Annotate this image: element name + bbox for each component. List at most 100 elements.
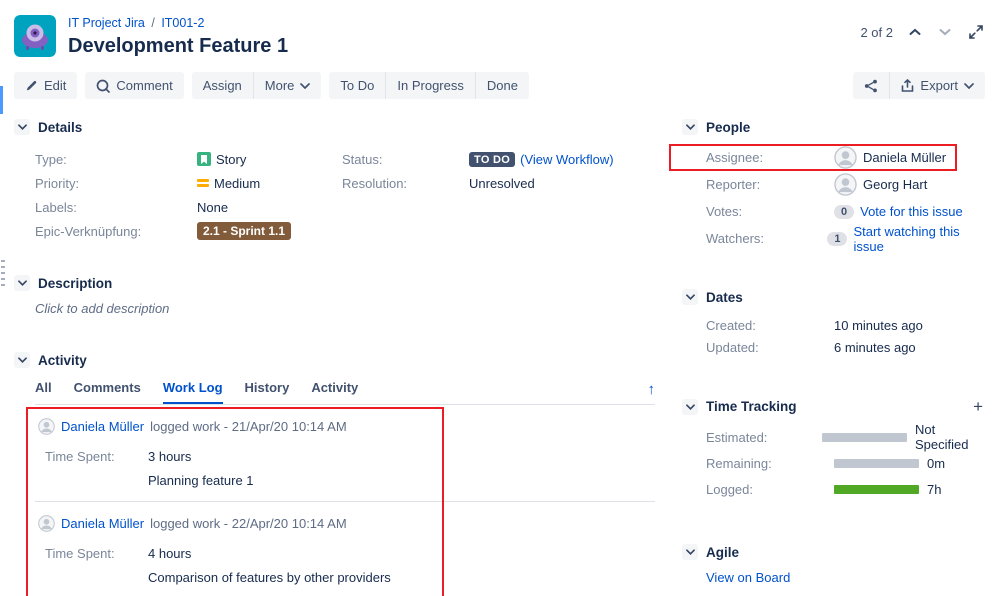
logged-value: 7h — [927, 482, 941, 497]
remaining-row: Remaining: 0m — [682, 450, 985, 476]
section-chevron-icon[interactable] — [14, 119, 30, 135]
logged-label: Logged: — [682, 482, 834, 497]
activity-section: Activity All Comments Work Log History A… — [14, 352, 655, 596]
issue-toolbar: Edit Comment Assign More To Do In Progre… — [0, 58, 1005, 99]
drag-handle[interactable] — [1, 260, 5, 290]
time-tracking-section: Time Tracking + Estimated: Not Specified… — [682, 398, 985, 502]
done-transition-button[interactable]: Done — [475, 72, 529, 99]
people-section: People Assignee: Daniela Müller Reporter… — [682, 119, 985, 252]
fullscreen-button[interactable] — [967, 23, 985, 41]
breadcrumb-issue-link[interactable]: IT001-2 — [161, 16, 204, 30]
updated-row: Updated: 6 minutes ago — [682, 336, 985, 358]
agile-section: Agile View on Board — [682, 544, 985, 585]
issue-pager: 2 of 2 — [860, 15, 985, 41]
section-chevron-icon[interactable] — [14, 275, 30, 291]
expand-icon — [969, 25, 983, 39]
chevron-down-icon — [300, 83, 310, 89]
scrollbar-thumb[interactable] — [0, 86, 3, 114]
issue-header: IT Project Jira / IT001-2 Development Fe… — [0, 0, 1005, 58]
worklog-list: Daniela Müller logged work - 21/Apr/20 1… — [35, 405, 655, 596]
assignee-value[interactable]: Daniela Müller — [863, 150, 946, 165]
comment-button[interactable]: Comment — [85, 72, 183, 99]
todo-transition-button[interactable]: To Do — [329, 72, 385, 99]
estimated-value: Not Specified — [915, 422, 985, 452]
breadcrumb-project-link[interactable]: IT Project Jira — [68, 16, 145, 30]
export-chevron-icon — [964, 83, 974, 89]
time-spent-value: 3 hours — [148, 449, 191, 464]
view-workflow-link[interactable]: (View Workflow) — [520, 152, 613, 167]
assign-button[interactable]: Assign — [192, 72, 253, 99]
logged-progress-bar — [834, 485, 919, 494]
project-avatar-icon[interactable] — [14, 15, 56, 57]
worklog-meta: logged work - 22/Apr/20 10:14 AM — [150, 516, 347, 531]
assignee-row: Assignee: Daniela Müller — [682, 144, 985, 171]
created-row: Created: 10 minutes ago — [682, 314, 985, 336]
estimated-progress-bar — [822, 433, 907, 442]
assign-button-group: Assign More — [192, 72, 322, 99]
more-button[interactable]: More — [253, 72, 322, 99]
in-progress-button-label: In Progress — [397, 78, 463, 93]
tab-activity[interactable]: Activity — [311, 380, 358, 404]
edit-button-label: Edit — [44, 78, 66, 93]
reporter-label: Reporter: — [682, 177, 834, 192]
people-section-header: People — [682, 119, 985, 135]
time-tracking-section-title: Time Tracking — [706, 399, 797, 414]
status-lozenge: TO DO — [469, 152, 515, 167]
people-rows: Assignee: Daniela Müller Reporter: Georg… — [682, 144, 985, 252]
estimated-label: Estimated: — [682, 430, 822, 445]
add-time-tracking-button[interactable]: + — [973, 398, 985, 415]
chevron-down-icon — [939, 28, 951, 36]
created-value: 10 minutes ago — [834, 318, 923, 333]
section-chevron-icon[interactable] — [682, 119, 698, 135]
type-value-text: Story — [216, 152, 246, 167]
description-placeholder[interactable]: Click to add description — [35, 301, 655, 316]
description-section-header: Description — [14, 275, 655, 291]
tab-comments[interactable]: Comments — [74, 380, 141, 404]
epic-link-field: Epic-Verknüpfung: 2.1 - Sprint 1.1 — [14, 219, 334, 243]
section-chevron-icon[interactable] — [682, 289, 698, 305]
share-button[interactable] — [853, 72, 889, 99]
worklog-comment: Comparison of features by other provider… — [148, 570, 655, 585]
type-label: Type: — [14, 152, 197, 167]
section-chevron-icon[interactable] — [14, 352, 30, 368]
epic-link-lozenge[interactable]: 2.1 - Sprint 1.1 — [197, 222, 291, 240]
reporter-value[interactable]: Georg Hart — [863, 177, 927, 192]
scroll-to-top-icon[interactable]: ↑ — [648, 381, 656, 404]
watchers-label: Watchers: — [682, 231, 827, 246]
time-tracking-section-header: Time Tracking + — [682, 398, 985, 415]
votes-label: Votes: — [682, 204, 834, 219]
time-spent-label: Time Spent: — [45, 546, 148, 561]
estimated-row: Estimated: Not Specified — [682, 424, 985, 450]
section-chevron-icon[interactable] — [682, 544, 698, 560]
watch-link[interactable]: Start watching this issue — [853, 224, 985, 254]
remaining-label: Remaining: — [682, 456, 834, 471]
view-on-board-link[interactable]: View on Board — [706, 570, 790, 585]
next-issue-button[interactable] — [937, 26, 953, 38]
right-column: People Assignee: Daniela Müller Reporter… — [682, 99, 985, 596]
previous-issue-button[interactable] — [907, 26, 923, 38]
export-button-label: Export — [920, 78, 958, 93]
header-text: IT Project Jira / IT001-2 Development Fe… — [68, 15, 860, 58]
tab-history[interactable]: History — [245, 380, 290, 404]
created-label: Created: — [682, 318, 834, 333]
worklog-entry: Daniela Müller logged work - 21/Apr/20 1… — [35, 405, 655, 501]
tab-all[interactable]: All — [35, 380, 52, 404]
details-section-header: Details — [14, 119, 655, 135]
time-tracking-rows: Estimated: Not Specified Remaining: 0m L… — [682, 424, 985, 502]
done-button-label: Done — [487, 78, 518, 93]
edit-button[interactable]: Edit — [14, 72, 77, 99]
tab-work-log[interactable]: Work Log — [163, 380, 223, 404]
jira-issue-page: IT Project Jira / IT001-2 Development Fe… — [0, 0, 1005, 596]
votes-count-badge: 0 — [834, 205, 854, 219]
export-icon — [901, 79, 914, 93]
export-button[interactable]: Export — [889, 72, 985, 99]
section-chevron-icon[interactable] — [682, 399, 698, 415]
in-progress-transition-button[interactable]: In Progress — [385, 72, 474, 99]
comment-icon — [96, 79, 110, 93]
activity-tabs: All Comments Work Log History Activity ↑ — [35, 380, 655, 405]
worklog-author-link[interactable]: Daniela Müller — [61, 516, 144, 531]
details-column-right: Status: TO DO (View Workflow) Resolution… — [334, 147, 655, 243]
assign-button-label: Assign — [203, 78, 242, 93]
worklog-author-link[interactable]: Daniela Müller — [61, 419, 144, 434]
vote-link[interactable]: Vote for this issue — [860, 204, 963, 219]
